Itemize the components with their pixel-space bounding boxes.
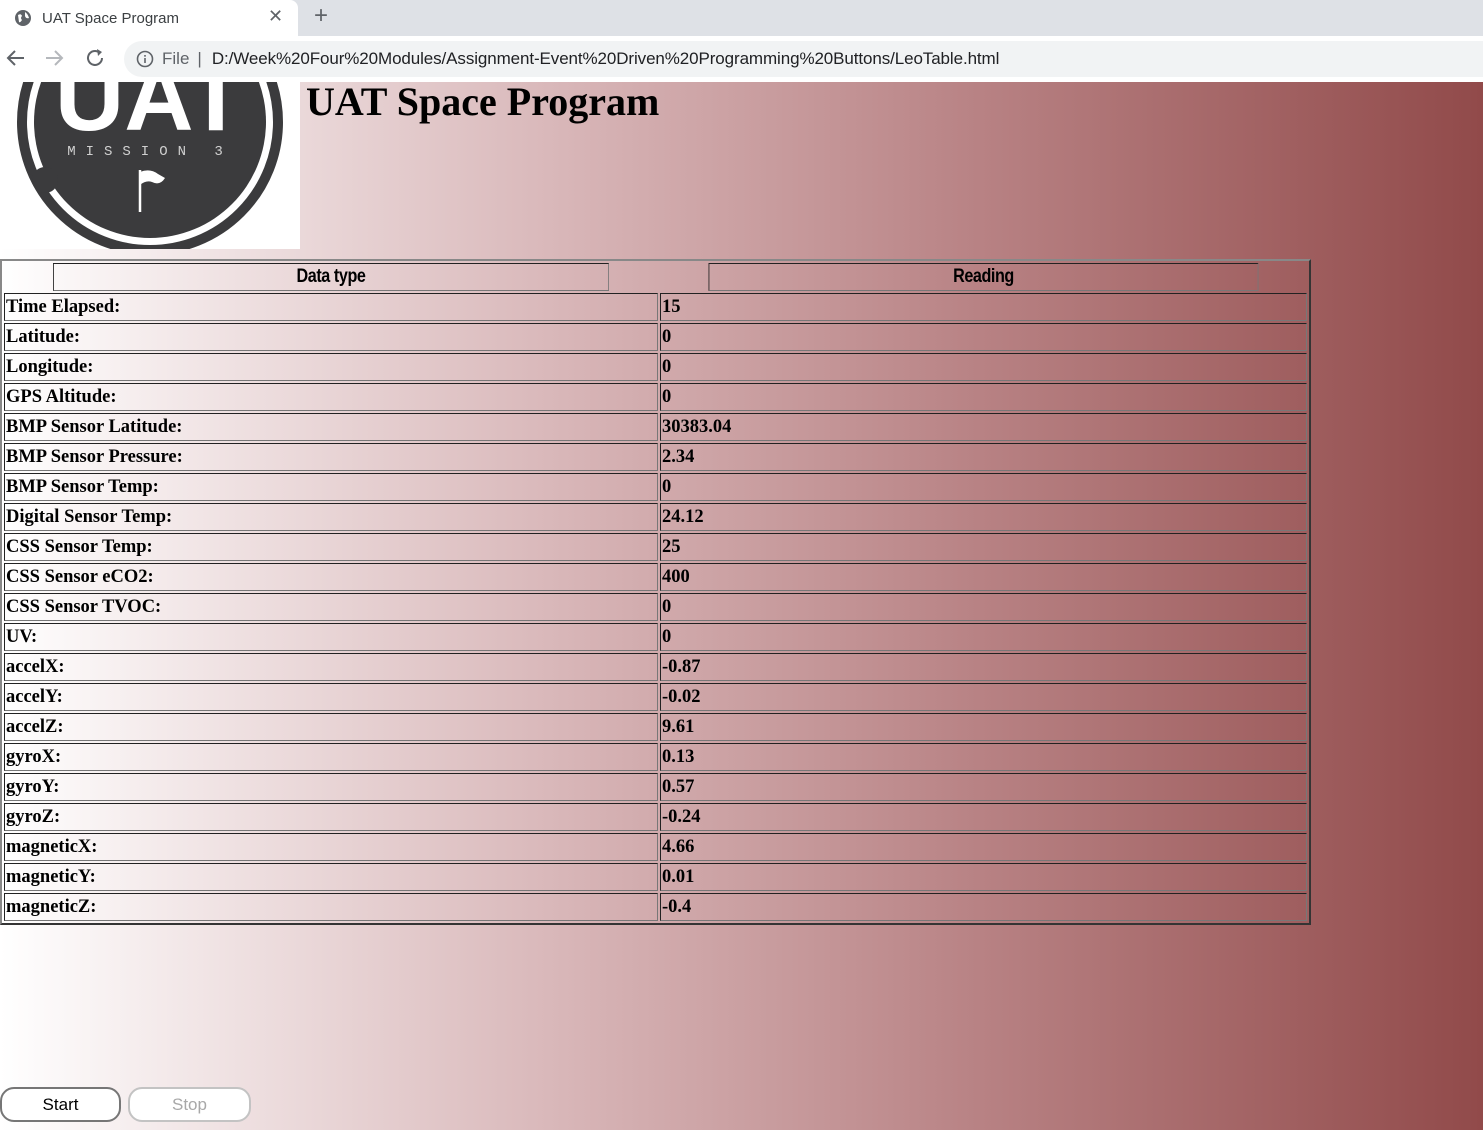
row-value: 30383.04 bbox=[660, 413, 1307, 441]
row-label: BMP Sensor Pressure: bbox=[4, 443, 658, 471]
row-label: Time Elapsed: bbox=[4, 293, 658, 321]
table-row: UV: 0 bbox=[4, 623, 1307, 651]
row-label: UV: bbox=[4, 623, 658, 651]
row-label: gyroY: bbox=[4, 773, 658, 801]
table-row: magneticX: 4.66 bbox=[4, 833, 1307, 861]
page-title: UAT Space Program bbox=[306, 82, 660, 124]
table-header-row: Data type Reading bbox=[4, 263, 1307, 291]
logo-text: UAT bbox=[55, 82, 245, 151]
row-label: accelY: bbox=[4, 683, 658, 711]
row-label: CSS Sensor Temp: bbox=[4, 533, 658, 561]
tab-title: UAT Space Program bbox=[42, 9, 179, 27]
row-value: 0 bbox=[660, 353, 1307, 381]
address-url[interactable]: D:/Week%20Four%20Modules/Assignment-Even… bbox=[212, 49, 1000, 69]
row-value: 400 bbox=[660, 563, 1307, 591]
row-value: 0.01 bbox=[660, 863, 1307, 891]
table-row: Digital Sensor Temp: 24.12 bbox=[4, 503, 1307, 531]
new-tab-icon[interactable]: + bbox=[314, 2, 328, 30]
row-value: 0 bbox=[660, 473, 1307, 501]
table-row: GPS Altitude: 0 bbox=[4, 383, 1307, 411]
close-tab-icon[interactable]: ✕ bbox=[268, 6, 283, 27]
table-row: CSS Sensor Temp: 25 bbox=[4, 533, 1307, 561]
browser-tab[interactable]: UAT Space Program ✕ bbox=[0, 0, 298, 36]
globe-icon bbox=[15, 10, 31, 26]
row-value: 4.66 bbox=[660, 833, 1307, 861]
row-label: accelZ: bbox=[4, 713, 658, 741]
row-label: CSS Sensor eCO2: bbox=[4, 563, 658, 591]
row-value: 15 bbox=[660, 293, 1307, 321]
row-label: GPS Altitude: bbox=[4, 383, 658, 411]
address-separator: | bbox=[197, 49, 202, 68]
row-value: 0 bbox=[660, 323, 1307, 351]
back-arrow-icon[interactable] bbox=[4, 46, 28, 70]
row-label: CSS Sensor TVOC: bbox=[4, 593, 658, 621]
row-label: Digital Sensor Temp: bbox=[4, 503, 658, 531]
table-row: gyroY: 0.57 bbox=[4, 773, 1307, 801]
row-value: 0 bbox=[660, 623, 1307, 651]
row-value: 0 bbox=[660, 593, 1307, 621]
forward-arrow-icon[interactable] bbox=[42, 46, 66, 70]
row-value: 2.34 bbox=[660, 443, 1307, 471]
table-row: magneticZ: -0.4 bbox=[4, 893, 1307, 921]
page-viewport: UAT MISSION 3 UAT Space Program Data typ… bbox=[0, 82, 1483, 1130]
row-value: -0.4 bbox=[660, 893, 1307, 921]
table-row: gyroX: 0.13 bbox=[4, 743, 1307, 771]
table-row: magneticY: 0.01 bbox=[4, 863, 1307, 891]
stop-button[interactable]: Stop bbox=[128, 1087, 251, 1122]
row-value: 0.57 bbox=[660, 773, 1307, 801]
start-button[interactable]: Start bbox=[0, 1087, 121, 1122]
row-label: gyroZ: bbox=[4, 803, 658, 831]
table-row: accelY: -0.02 bbox=[4, 683, 1307, 711]
row-value: 0.13 bbox=[660, 743, 1307, 771]
table-row: Longitude: 0 bbox=[4, 353, 1307, 381]
table-row: CSS Sensor TVOC: 0 bbox=[4, 593, 1307, 621]
browser-tab-bar: UAT Space Program ✕ + bbox=[0, 0, 1483, 36]
row-label: gyroX: bbox=[4, 743, 658, 771]
row-value: 24.12 bbox=[660, 503, 1307, 531]
reload-icon[interactable] bbox=[83, 46, 107, 70]
row-label: BMP Sensor Latitude: bbox=[4, 413, 658, 441]
table-row: BMP Sensor Temp: 0 bbox=[4, 473, 1307, 501]
table-row: gyroZ: -0.24 bbox=[4, 803, 1307, 831]
row-label: magneticX: bbox=[4, 833, 658, 861]
browser-toolbar: File | D:/Week%20Four%20Modules/Assignme… bbox=[0, 36, 1483, 83]
table-row: accelX: -0.87 bbox=[4, 653, 1307, 681]
row-value: -0.02 bbox=[660, 683, 1307, 711]
table-row: Latitude: 0 bbox=[4, 323, 1307, 351]
row-label: magneticZ: bbox=[4, 893, 658, 921]
row-value: -0.87 bbox=[660, 653, 1307, 681]
header-data-type: Data type bbox=[53, 263, 609, 291]
row-value: 0 bbox=[660, 383, 1307, 411]
logo-subtext: MISSION 3 bbox=[67, 144, 233, 160]
row-label: magneticY: bbox=[4, 863, 658, 891]
row-label: BMP Sensor Temp: bbox=[4, 473, 658, 501]
table-row: BMP Sensor Pressure: 2.34 bbox=[4, 443, 1307, 471]
row-label: accelX: bbox=[4, 653, 658, 681]
sensor-data-table: Data type Reading Time Elapsed: 15 Latitu… bbox=[0, 259, 1311, 925]
table-row: accelZ: 9.61 bbox=[4, 713, 1307, 741]
table-row: BMP Sensor Latitude: 30383.04 bbox=[4, 413, 1307, 441]
row-label: Longitude: bbox=[4, 353, 658, 381]
row-value: 25 bbox=[660, 533, 1307, 561]
table-row: CSS Sensor eCO2: 400 bbox=[4, 563, 1307, 591]
header-reading: Reading bbox=[708, 263, 1259, 291]
mission-logo-graphic: UAT MISSION 3 bbox=[17, 82, 283, 249]
row-value: -0.24 bbox=[660, 803, 1307, 831]
table-row: Time Elapsed: 15 bbox=[4, 293, 1307, 321]
row-label: Latitude: bbox=[4, 323, 658, 351]
uat-mission-logo: UAT MISSION 3 bbox=[0, 82, 300, 249]
address-bar[interactable]: File | D:/Week%20Four%20Modules/Assignme… bbox=[124, 41, 1483, 77]
info-icon[interactable] bbox=[136, 50, 154, 68]
address-scheme: File bbox=[162, 49, 190, 68]
row-value: 9.61 bbox=[660, 713, 1307, 741]
